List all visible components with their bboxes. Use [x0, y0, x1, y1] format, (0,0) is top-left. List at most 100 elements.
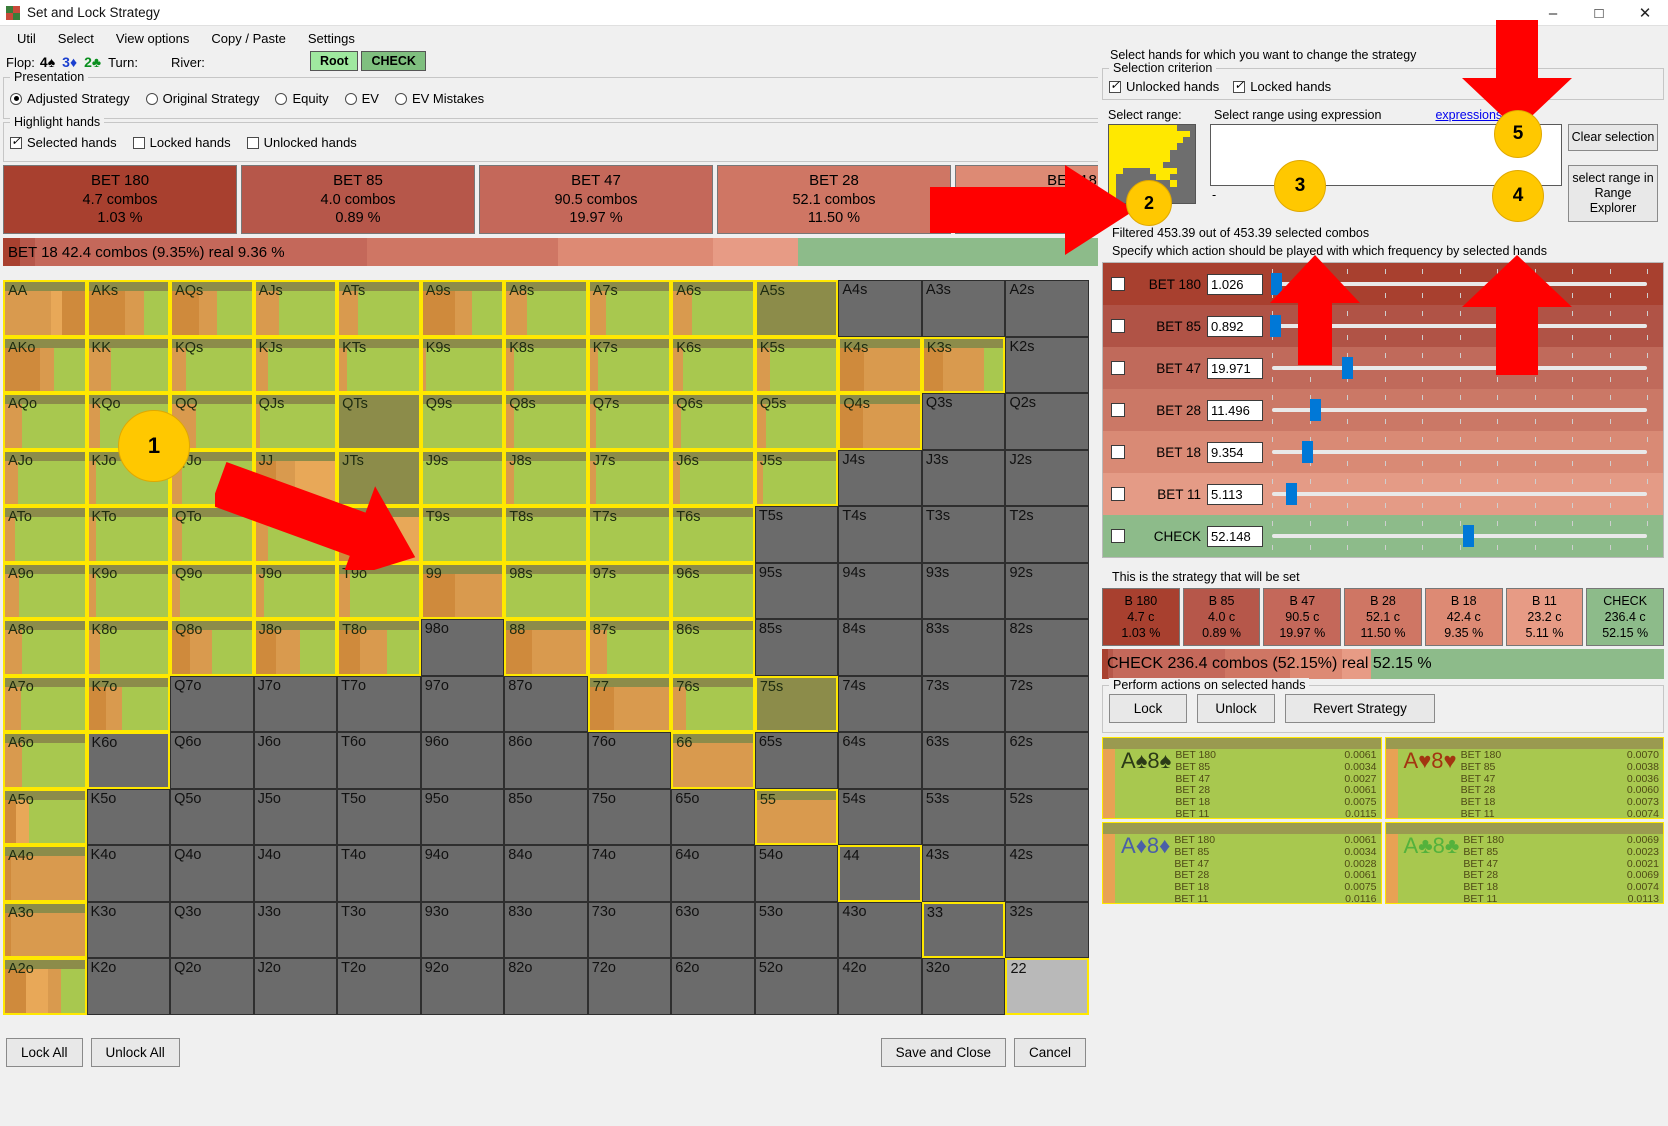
slider-checkbox[interactable] — [1111, 487, 1125, 501]
matrix-cell-Q3s[interactable]: Q3s — [921, 393, 1006, 450]
matrix-cell-KK[interactable]: KK — [86, 336, 171, 394]
slider-track-area[interactable] — [1272, 519, 1648, 553]
matrix-cell-Q5s[interactable]: Q5s — [754, 393, 839, 450]
matrix-cell-AA[interactable]: AA — [3, 280, 87, 337]
matrix-cell-J3o[interactable]: J3o — [253, 901, 338, 959]
matrix-cell-KTo[interactable]: KTo — [86, 506, 171, 563]
matrix-cell-A5s[interactable]: A5s — [754, 280, 839, 337]
matrix-cell-J2s[interactable]: J2s — [1005, 449, 1089, 507]
matrix-cell-93s[interactable]: 93s — [921, 562, 1006, 620]
matrix-cell-Q9o[interactable]: Q9o — [170, 562, 254, 620]
matrix-cell-94s[interactable]: 94s — [838, 562, 922, 620]
matrix-cell-A7o[interactable]: A7o — [3, 675, 87, 733]
matrix-cell-92o[interactable]: 92o — [420, 958, 505, 1015]
matrix-cell-J8s[interactable]: J8s — [504, 449, 588, 507]
menu-item-settings[interactable]: Settings — [299, 28, 364, 49]
matrix-cell-43o[interactable]: 43o — [838, 901, 922, 959]
matrix-cell-86s[interactable]: 86s — [671, 619, 755, 676]
matrix-cell-J9s[interactable]: J9s — [420, 449, 505, 507]
slider-thumb[interactable] — [1286, 483, 1298, 505]
matrix-cell-62o[interactable]: 62o — [671, 958, 755, 1015]
matrix-cell-K3s[interactable]: K3s — [921, 336, 1006, 394]
matrix-cell-87s[interactable]: 87s — [587, 619, 672, 676]
slider-value-input[interactable]: 1.026 — [1207, 273, 1263, 295]
matrix-cell-A7s[interactable]: A7s — [587, 280, 672, 337]
matrix-cell-22[interactable]: 22 — [1005, 958, 1089, 1015]
matrix-cell-65o[interactable]: 65o — [671, 788, 755, 846]
matrix-cell-J8o[interactable]: J8o — [253, 619, 338, 676]
matrix-cell-A2o[interactable]: A2o — [3, 958, 87, 1015]
matrix-cell-97s[interactable]: 97s — [587, 562, 672, 620]
matrix-cell-J6o[interactable]: J6o — [253, 732, 338, 789]
matrix-cell-Q4o[interactable]: Q4o — [170, 845, 254, 902]
matrix-cell-53o[interactable]: 53o — [754, 901, 839, 959]
hand-card-A♠8♠[interactable]: A♠8♠ BET 180 0.0061 BET 85 0.0034 BET 47 0.002… — [1102, 737, 1382, 819]
matrix-cell-A4s[interactable]: A4s — [838, 280, 922, 337]
matrix-cell-T3o[interactable]: T3o — [337, 901, 421, 959]
matrix-cell-J4o[interactable]: J4o — [253, 845, 338, 902]
matrix-cell-KQs[interactable]: KQs — [170, 336, 254, 394]
slider-checkbox[interactable] — [1111, 445, 1125, 459]
matrix-cell-Q6s[interactable]: Q6s — [671, 393, 755, 450]
menu-item-util[interactable]: Util — [8, 28, 45, 49]
matrix-cell-44[interactable]: 44 — [838, 845, 922, 902]
matrix-cell-85o[interactable]: 85o — [504, 788, 588, 846]
matrix-cell-92s[interactable]: 92s — [1005, 562, 1089, 620]
matrix-cell-72o[interactable]: 72o — [587, 958, 672, 1015]
matrix-cell-94o[interactable]: 94o — [420, 845, 505, 902]
matrix-cell-K6s[interactable]: K6s — [671, 336, 755, 394]
matrix-cell-K2s[interactable]: K2s — [1005, 336, 1089, 394]
matrix-cell-85s[interactable]: 85s — [754, 619, 839, 676]
matrix-cell-KJs[interactable]: KJs — [253, 336, 338, 394]
matrix-cell-95s[interactable]: 95s — [754, 562, 839, 620]
matrix-cell-T2s[interactable]: T2s — [1005, 506, 1089, 563]
matrix-cell-32o[interactable]: 32o — [921, 958, 1006, 1015]
matrix-cell-K4o[interactable]: K4o — [86, 845, 171, 902]
matrix-cell-T6s[interactable]: T6s — [671, 506, 755, 563]
save-and-close-button[interactable]: Save and Close — [880, 1037, 1006, 1067]
matrix-cell-82s[interactable]: 82s — [1005, 619, 1089, 676]
matrix-cell-J4s[interactable]: J4s — [838, 449, 922, 507]
matrix-cell-96o[interactable]: 96o — [420, 732, 505, 789]
matrix-cell-QTs[interactable]: QTs — [337, 393, 421, 450]
slider-value-input[interactable]: 9.354 — [1207, 441, 1263, 463]
matrix-cell-T3s[interactable]: T3s — [921, 506, 1006, 563]
slider-thumb[interactable] — [1310, 399, 1322, 421]
slider-checkbox[interactable] — [1111, 403, 1125, 417]
matrix-cell-J2o[interactable]: J2o — [253, 958, 338, 1015]
matrix-cell-72s[interactable]: 72s — [1005, 675, 1089, 733]
matrix-cell-63s[interactable]: 63s — [921, 732, 1006, 789]
matrix-cell-T7s[interactable]: T7s — [587, 506, 672, 563]
matrix-cell-96s[interactable]: 96s — [671, 562, 755, 620]
menu-item-view-options[interactable]: View options — [107, 28, 198, 49]
matrix-cell-J5o[interactable]: J5o — [253, 788, 338, 846]
lock-button[interactable]: Lock — [1109, 694, 1187, 723]
matrix-cell-K3o[interactable]: K3o — [86, 901, 171, 959]
clear-selection-button[interactable]: Clear selection — [1568, 124, 1658, 151]
matrix-cell-K5o[interactable]: K5o — [86, 788, 171, 846]
slider-checkbox[interactable] — [1111, 319, 1125, 333]
matrix-cell-J6s[interactable]: J6s — [671, 449, 755, 507]
matrix-cell-T8o[interactable]: T8o — [337, 619, 421, 676]
hand-card-A♣8♣[interactable]: A♣8♣ BET 180 0.0069 BET 85 0.0023 BET 47 0.002… — [1384, 822, 1664, 904]
matrix-cell-K4s[interactable]: K4s — [838, 336, 922, 394]
matrix-cell-A9s[interactable]: A9s — [420, 280, 505, 337]
matrix-cell-J7o[interactable]: J7o — [253, 675, 338, 733]
hand-card-A♦8♦[interactable]: A♦8♦ BET 180 0.0061 BET 85 0.0034 BET 47 0.002… — [1102, 822, 1382, 904]
matrix-cell-55[interactable]: 55 — [754, 788, 839, 846]
matrix-cell-64o[interactable]: 64o — [671, 845, 755, 902]
radio-original-strategy[interactable]: Original Strategy — [145, 91, 259, 106]
matrix-cell-93o[interactable]: 93o — [420, 901, 505, 959]
matrix-cell-A6s[interactable]: A6s — [671, 280, 755, 337]
revert-strategy-button[interactable]: Revert Strategy — [1285, 694, 1435, 723]
matrix-cell-75s[interactable]: 75s — [754, 675, 839, 733]
matrix-cell-64s[interactable]: 64s — [838, 732, 922, 789]
matrix-cell-ATs[interactable]: ATs — [337, 280, 421, 337]
checkbox-unlocked-hands[interactable]: Unlocked hands — [246, 135, 357, 150]
slider-thumb[interactable] — [1462, 525, 1474, 547]
matrix-cell-Q7s[interactable]: Q7s — [587, 393, 672, 450]
matrix-cell-A8s[interactable]: A8s — [504, 280, 588, 337]
matrix-cell-AJo[interactable]: AJo — [3, 449, 87, 507]
matrix-cell-Q2s[interactable]: Q2s — [1005, 393, 1089, 450]
matrix-cell-Q5o[interactable]: Q5o — [170, 788, 254, 846]
